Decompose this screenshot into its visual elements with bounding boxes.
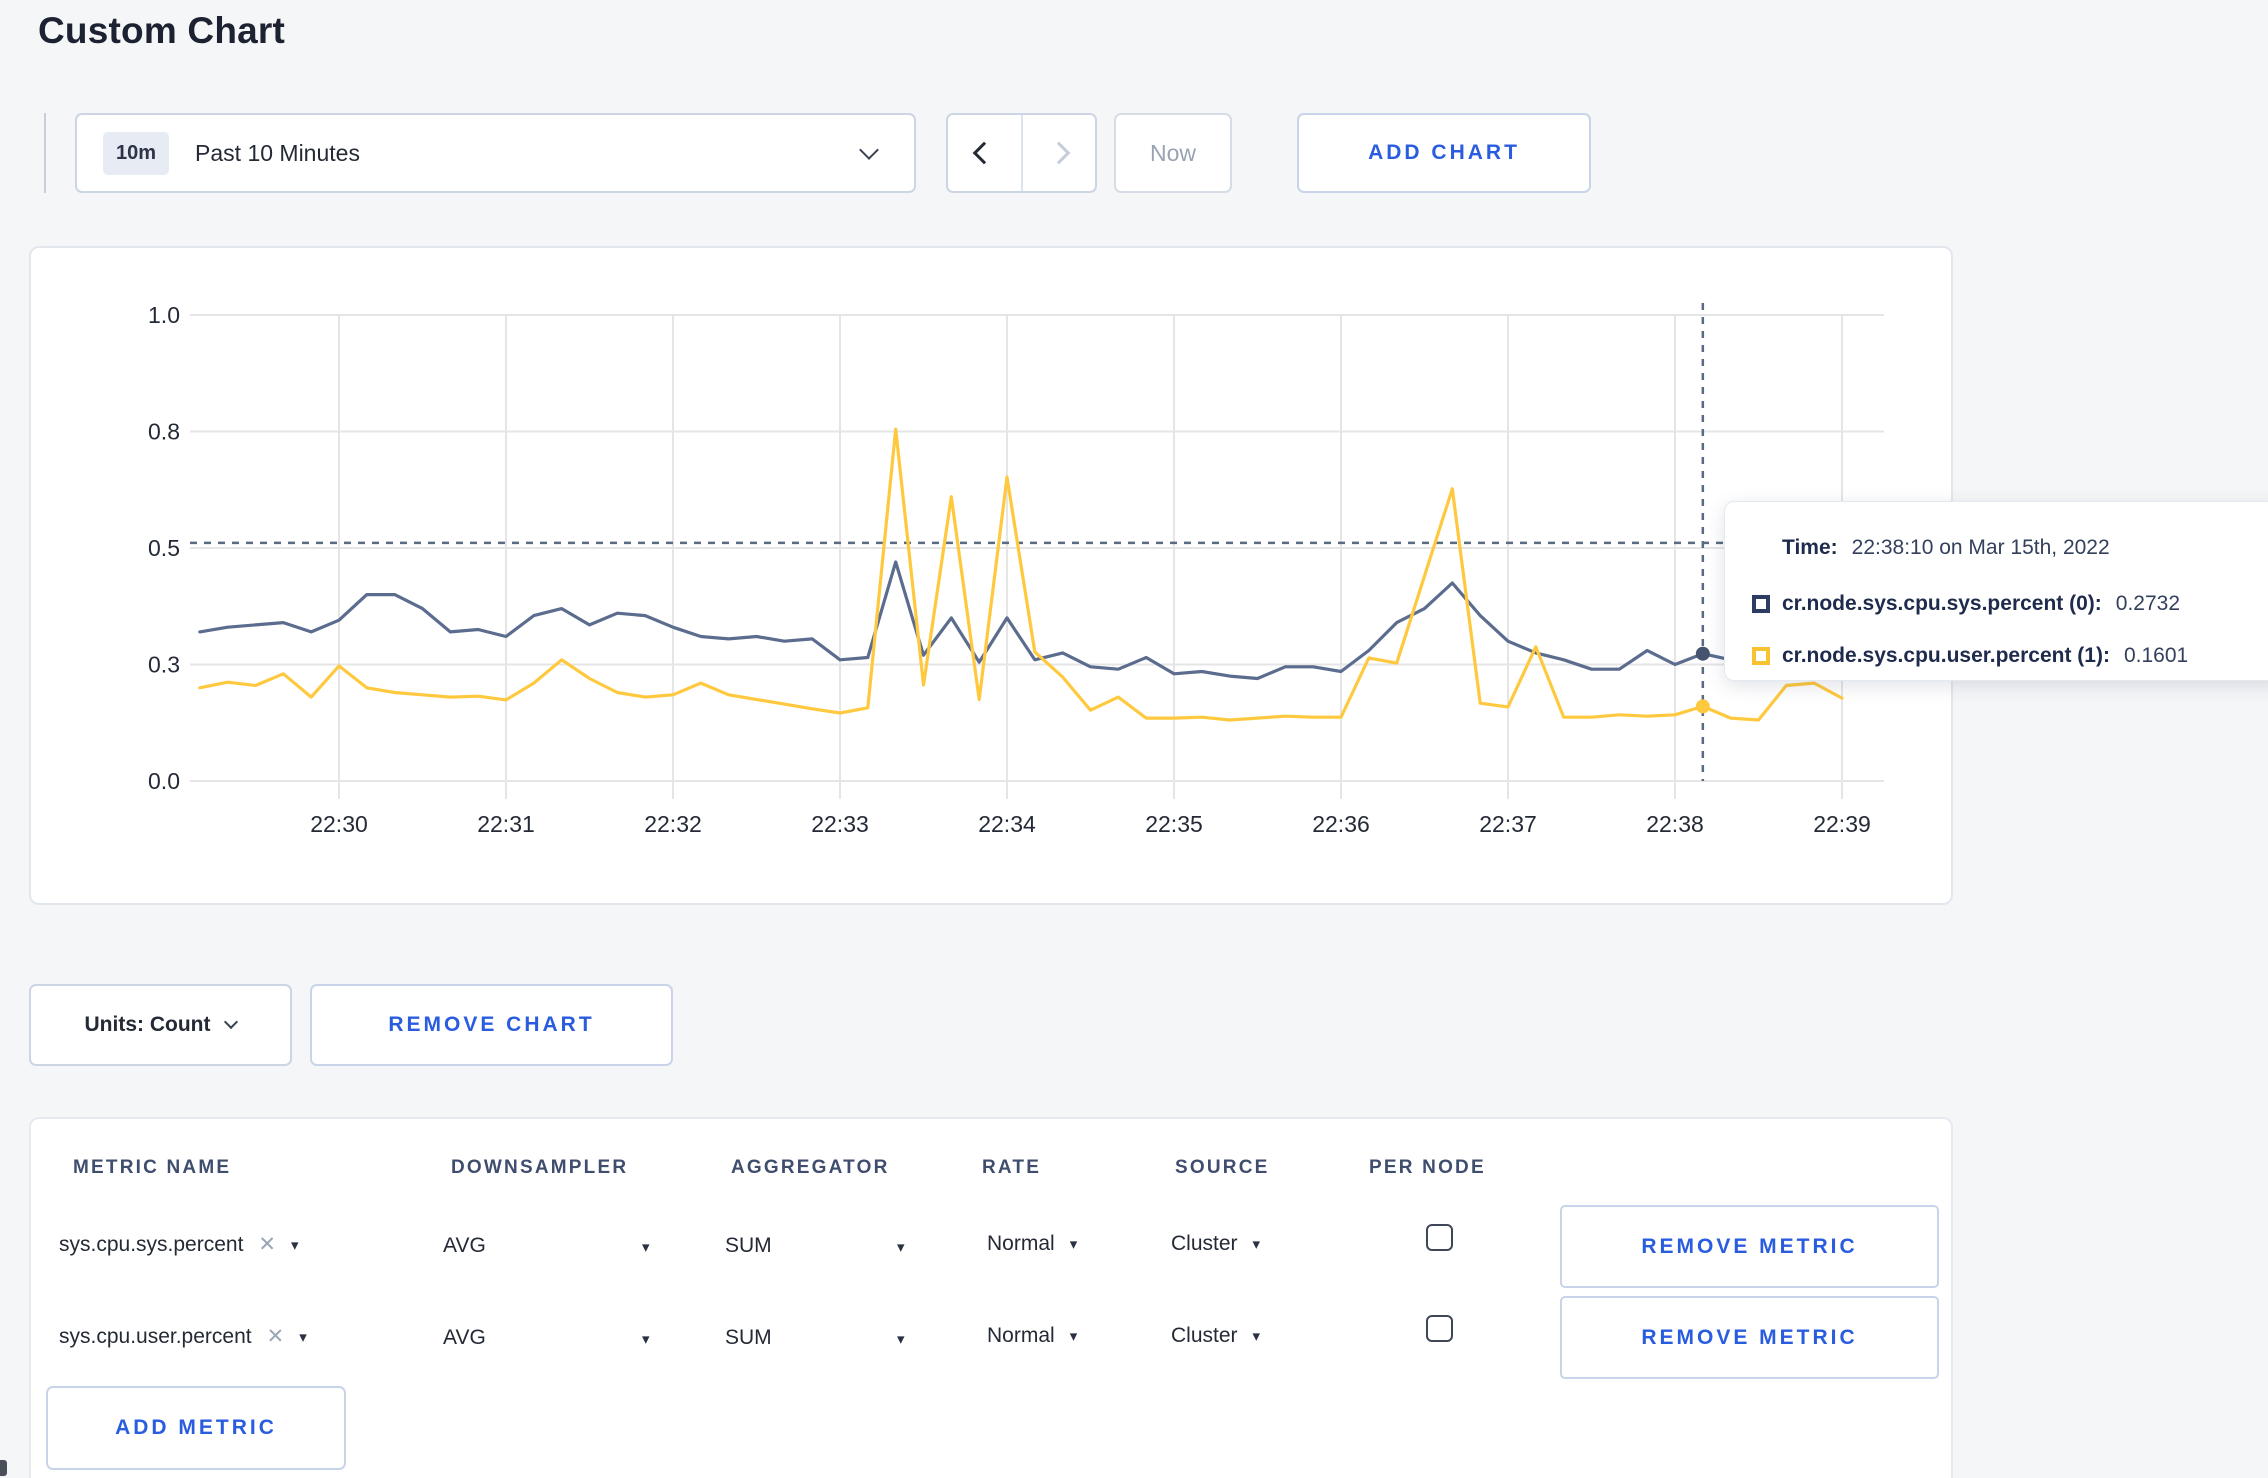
units-dropdown[interactable]: Units: Count xyxy=(29,984,292,1066)
chevron-down-icon xyxy=(224,1014,239,1030)
time-forward-button[interactable] xyxy=(1020,115,1096,191)
x-tick-label: 22:39 xyxy=(1813,811,1871,837)
x-tick-label: 22:32 xyxy=(644,811,702,837)
x-tick-label: 22:37 xyxy=(1479,811,1537,837)
x-tick-label: 22:34 xyxy=(978,811,1036,837)
y-tick-label: 1.0 xyxy=(148,302,180,328)
caret-down-icon[interactable]: ▾ xyxy=(897,1330,905,1348)
col-header-rate: RATE xyxy=(982,1157,1042,1178)
source-select[interactable]: Cluster ▾ xyxy=(1171,1324,1260,1348)
page-title: Custom Chart xyxy=(38,10,286,51)
col-header-source: SOURCE xyxy=(1175,1157,1270,1178)
caret-down-icon: ▾ xyxy=(1252,1236,1261,1253)
series-line xyxy=(198,427,1844,722)
metric-name-select[interactable]: sys.cpu.user.percent ✕ ▾ xyxy=(59,1324,307,1349)
y-tick-label: 0.5 xyxy=(148,535,180,561)
remove-metric-button[interactable]: REMOVE METRIC xyxy=(1560,1296,1939,1379)
metric-name-select[interactable]: sys.cpu.sys.percent ✕ ▾ xyxy=(59,1232,299,1257)
timeseries-chart[interactable]: 1.0 0.8 0.5 0.3 0.0 22:30 22:31 22:32 22:33 22:34… xyxy=(29,246,1953,905)
aggregator-select[interactable]: SUM xyxy=(725,1326,772,1350)
chevron-left-icon xyxy=(972,141,996,165)
col-header-metric-name: METRIC NAME xyxy=(73,1157,232,1178)
time-range-dropdown[interactable]: 10m Past 10 Minutes xyxy=(75,113,916,193)
now-button[interactable]: Now xyxy=(1114,113,1232,193)
aggregator-select[interactable]: SUM xyxy=(725,1234,772,1258)
series-swatch-icon xyxy=(1752,647,1770,665)
col-header-aggregator: AGGREGATOR xyxy=(731,1157,890,1178)
metric-name: sys.cpu.sys.percent xyxy=(59,1232,244,1256)
caret-down-icon: ▾ xyxy=(1069,1236,1078,1253)
scroll-edge-fragment xyxy=(0,1460,7,1476)
tooltip-series-value: 0.2732 xyxy=(2115,592,2181,615)
units-label: Units: Count xyxy=(84,1013,211,1036)
rate-select[interactable]: Normal ▾ xyxy=(987,1232,1077,1256)
add-metric-button[interactable]: ADD METRIC xyxy=(46,1386,346,1470)
col-header-per-node: PER NODE xyxy=(1369,1157,1486,1178)
metrics-table: METRIC NAME DOWNSAMPLER AGGREGATOR RATE … xyxy=(29,1117,1953,1478)
caret-down-icon: ▾ xyxy=(291,1236,299,1254)
x-tick-label: 22:30 xyxy=(310,811,368,837)
series-swatch-icon xyxy=(1752,595,1770,613)
caret-down-icon[interactable]: ▾ xyxy=(642,1238,650,1256)
x-tick-label: 22:38 xyxy=(1646,811,1704,837)
source-value: Cluster xyxy=(1171,1324,1238,1347)
x-tick-label: 22:35 xyxy=(1145,811,1203,837)
rate-select[interactable]: Normal ▾ xyxy=(987,1324,1077,1348)
hover-point xyxy=(1695,699,1710,714)
caret-down-icon: ▾ xyxy=(299,1328,307,1346)
y-tick-label: 0.3 xyxy=(148,652,180,678)
tooltip-time: Time: 22:38:10 on Mar 15th, 2022 xyxy=(1782,536,2110,560)
close-icon[interactable]: ✕ xyxy=(267,1324,285,1349)
tooltip-series-name: cr.node.sys.cpu.sys.percent (0): xyxy=(1782,592,2102,615)
source-select[interactable]: Cluster ▾ xyxy=(1171,1232,1260,1256)
downsampler-select[interactable]: AVG xyxy=(443,1326,486,1350)
time-stepper xyxy=(946,113,1097,193)
caret-down-icon: ▾ xyxy=(1069,1328,1078,1345)
x-tick-label: 22:33 xyxy=(811,811,869,837)
time-back-button[interactable] xyxy=(948,115,1021,191)
time-range-label: Past 10 Minutes xyxy=(195,139,360,166)
close-icon[interactable]: ✕ xyxy=(258,1232,276,1257)
chart-hover-tooltip: Time: 22:38:10 on Mar 15th, 2022 cr.node.… xyxy=(1724,501,2268,681)
rate-value: Normal xyxy=(987,1232,1055,1255)
caret-down-icon: ▾ xyxy=(1252,1328,1261,1345)
col-header-downsampler: DOWNSAMPLER xyxy=(451,1157,629,1178)
tooltip-series-row: cr.node.sys.cpu.user.percent (1): 0.1601 xyxy=(1752,644,2188,668)
chevron-down-icon xyxy=(859,140,879,160)
caret-down-icon[interactable]: ▾ xyxy=(897,1238,905,1256)
add-chart-button[interactable]: ADD CHART xyxy=(1297,113,1591,193)
tooltip-series-name: cr.node.sys.cpu.user.percent (1): xyxy=(1782,644,2110,667)
tooltip-series-row: cr.node.sys.cpu.sys.percent (0): 0.2732 xyxy=(1752,592,2180,616)
source-value: Cluster xyxy=(1171,1232,1238,1255)
per-node-checkbox[interactable] xyxy=(1426,1315,1453,1342)
tooltip-time-value: 22:38:10 on Mar 15th, 2022 xyxy=(1851,536,2110,559)
per-node-checkbox[interactable] xyxy=(1426,1224,1453,1251)
y-tick-label: 0.0 xyxy=(148,768,180,794)
x-tick-label: 22:31 xyxy=(477,811,535,837)
remove-metric-button[interactable]: REMOVE METRIC xyxy=(1560,1205,1939,1288)
x-tick-label: 22:36 xyxy=(1312,811,1370,837)
series-line xyxy=(198,560,1844,681)
chevron-right-icon xyxy=(1047,141,1071,165)
toolbar-divider xyxy=(44,113,46,193)
tooltip-time-label: Time: xyxy=(1782,536,1838,559)
y-tick-label: 0.8 xyxy=(148,419,180,445)
hover-point xyxy=(1695,646,1710,661)
caret-down-icon[interactable]: ▾ xyxy=(642,1330,650,1348)
rate-value: Normal xyxy=(987,1324,1055,1347)
remove-chart-button[interactable]: REMOVE CHART xyxy=(310,984,673,1066)
downsampler-select[interactable]: AVG xyxy=(443,1234,486,1258)
tooltip-series-value: 0.1601 xyxy=(2123,644,2189,667)
metric-name: sys.cpu.user.percent xyxy=(59,1324,252,1348)
time-range-badge: 10m xyxy=(103,131,170,175)
